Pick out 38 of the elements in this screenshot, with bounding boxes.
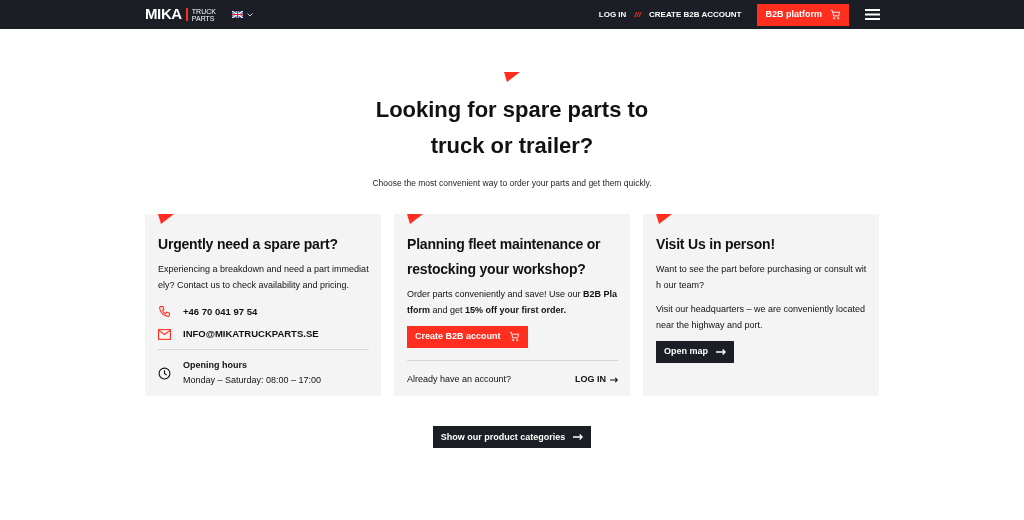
menu-icon[interactable]: [865, 9, 880, 20]
card-text: Want to see the part before purchasing or consult with our team?: [656, 262, 867, 292]
hero-title: Looking for spare parts to truck or trailer?: [375, 96, 649, 160]
nav-link[interactable]: CREATE B2B ACCOUNT: [649, 8, 742, 21]
language-selector[interactable]: [231, 11, 253, 18]
cart-icon: [508, 331, 520, 343]
arrow-right-icon: [610, 375, 618, 384]
separator-text: ///: [634, 8, 642, 21]
card-text: Order parts conveniently and save! Use our B2B Platform and get 15% off your first order.: [407, 287, 618, 317]
arrow-right-icon: [573, 433, 584, 442]
card-title: Planning fleet maintenance or restocking your workshop?: [407, 234, 602, 279]
open-map-button[interactable]: Open map: [656, 340, 734, 363]
triangle-flag-icon: [158, 213, 174, 224]
arrow-right-icon: [716, 347, 726, 356]
cart-icon: [830, 9, 841, 20]
b2b-platform-button[interactable]: B2B platform: [757, 3, 849, 26]
nav-link[interactable]: LOG IN: [598, 8, 627, 21]
uk-flag-icon: [231, 11, 243, 18]
triangle-flag-icon: [504, 72, 520, 82]
hours-label: Opening hours: [183, 359, 248, 373]
card-text: Visit our headquarters – we are conveniently located near the highway and port.: [656, 302, 866, 332]
login-link[interactable]: LOG IN: [575, 372, 618, 387]
triangle-flag-icon: [407, 213, 423, 224]
chevron-down-icon: [246, 12, 253, 17]
categories-button[interactable]: Show our product categories: [432, 426, 592, 449]
account-prompt: Already have an account?: [407, 372, 512, 386]
phone-number[interactable]: +46 70 041 97 54: [183, 304, 258, 319]
triangle-flag-icon: [656, 213, 672, 224]
card-title: Urgently need a spare part?: [158, 234, 339, 254]
phone-icon: [158, 305, 171, 319]
hero-subtitle: Choose the most convenient way to order your parts and get them quickly.: [372, 177, 652, 190]
hours-text: Monday – Saturday: 08:00 – 17:00: [183, 374, 322, 388]
create-account-button[interactable]: Create B2B account: [407, 325, 528, 348]
email-address[interactable]: INFO@MIKATRUCKPARTS.SE: [183, 327, 319, 342]
card-title: Visit Us in person!: [656, 234, 776, 254]
mail-icon: [158, 328, 171, 340]
clock-icon: [158, 366, 171, 380]
card-text: Experiencing a breakdown and need a part immediately? Contact us to check availability and pricing.: [158, 262, 369, 292]
